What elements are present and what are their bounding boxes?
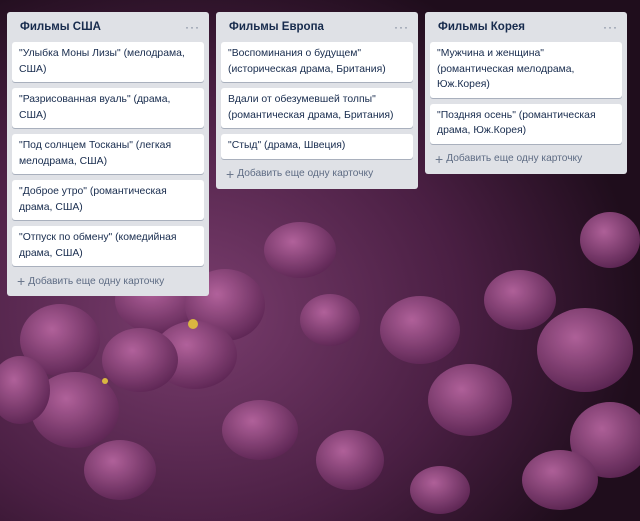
list-header: Фильмы США ··· xyxy=(12,12,204,42)
card[interactable]: "Поздняя осень" (романтическая драма, Юж… xyxy=(430,103,622,144)
card[interactable]: "Доброе утро" (романтическая драма, США) xyxy=(12,180,204,220)
card-text: "Под солнцем Тосканы" (легкая мелодрама,… xyxy=(19,140,172,167)
card-text: "Доброе утро" (романтическая драма, США) xyxy=(19,186,167,213)
list-header: Фильмы Европа ··· xyxy=(221,12,413,42)
card[interactable]: "Стыд" (драма, Швеция) xyxy=(221,134,413,159)
card-text: "Стыд" (драма, Швеция) xyxy=(228,140,346,151)
card-text: "Поздняя осень" (романтическая драма, Юж… xyxy=(437,109,596,137)
card[interactable]: "Под солнцем Тосканы" (легкая мелодрама,… xyxy=(12,134,204,174)
list-menu-icon[interactable]: ··· xyxy=(185,21,200,33)
plus-icon: + xyxy=(435,150,444,167)
card[interactable]: "Отпуск по обмену" (комедийная драма, СШ… xyxy=(12,226,204,266)
board: Фильмы США ··· "Улыбка Моны Лизы" (мелод… xyxy=(0,0,640,521)
card[interactable]: Вдали от обезумевшей толпы" (романтическ… xyxy=(221,88,413,128)
card[interactable]: "Воспоминания о будущем" (историческая д… xyxy=(221,42,413,82)
card[interactable]: "Разрисованная вуаль" (драма, США) xyxy=(12,88,204,128)
card-text: "Воспоминания о будущем" (историческая д… xyxy=(228,48,386,75)
list-title: Фильмы США xyxy=(20,21,101,33)
card-text: "Мужчина и женщина" (романтическая мелод… xyxy=(437,48,575,90)
list-menu-icon[interactable]: ··· xyxy=(603,21,618,33)
card-text: "Отпуск по обмену" (комедийная драма, СШ… xyxy=(19,232,177,259)
list-title: Фильмы Европа xyxy=(229,21,324,33)
list-menu-icon[interactable]: ··· xyxy=(394,21,409,33)
list-title: Фильмы Корея xyxy=(438,21,525,33)
card-text: "Улыбка Моны Лизы" (мелодрама, США) xyxy=(19,48,185,75)
add-card-label: Добавить еще одну карточку xyxy=(28,275,165,287)
list-korea: Фильмы Корея ··· "Мужчина и женщина" (ро… xyxy=(425,12,627,174)
card[interactable]: "Мужчина и женщина" (романтическая мелод… xyxy=(430,42,622,98)
add-card-button[interactable]: + Добавить еще одну карточку xyxy=(221,165,413,183)
add-card-button[interactable]: + Добавить еще одну карточку xyxy=(430,150,622,168)
card-text: Вдали от обезумевшей толпы" (романтическ… xyxy=(228,94,394,121)
list-usa: Фильмы США ··· "Улыбка Моны Лизы" (мелод… xyxy=(7,12,209,296)
card-text: "Разрисованная вуаль" (драма, США) xyxy=(19,94,171,121)
add-card-label: Добавить еще одну карточку xyxy=(446,153,583,164)
plus-icon: + xyxy=(17,273,26,289)
add-card-button[interactable]: + Добавить еще одну карточку xyxy=(12,272,204,290)
plus-icon: + xyxy=(226,165,235,182)
card[interactable]: "Улыбка Моны Лизы" (мелодрама, США) xyxy=(12,42,204,82)
list-header: Фильмы Корея ··· xyxy=(430,12,622,42)
add-card-label: Добавить еще одну карточку xyxy=(237,168,374,179)
list-europe: Фильмы Европа ··· "Воспоминания о будуще… xyxy=(216,12,418,189)
